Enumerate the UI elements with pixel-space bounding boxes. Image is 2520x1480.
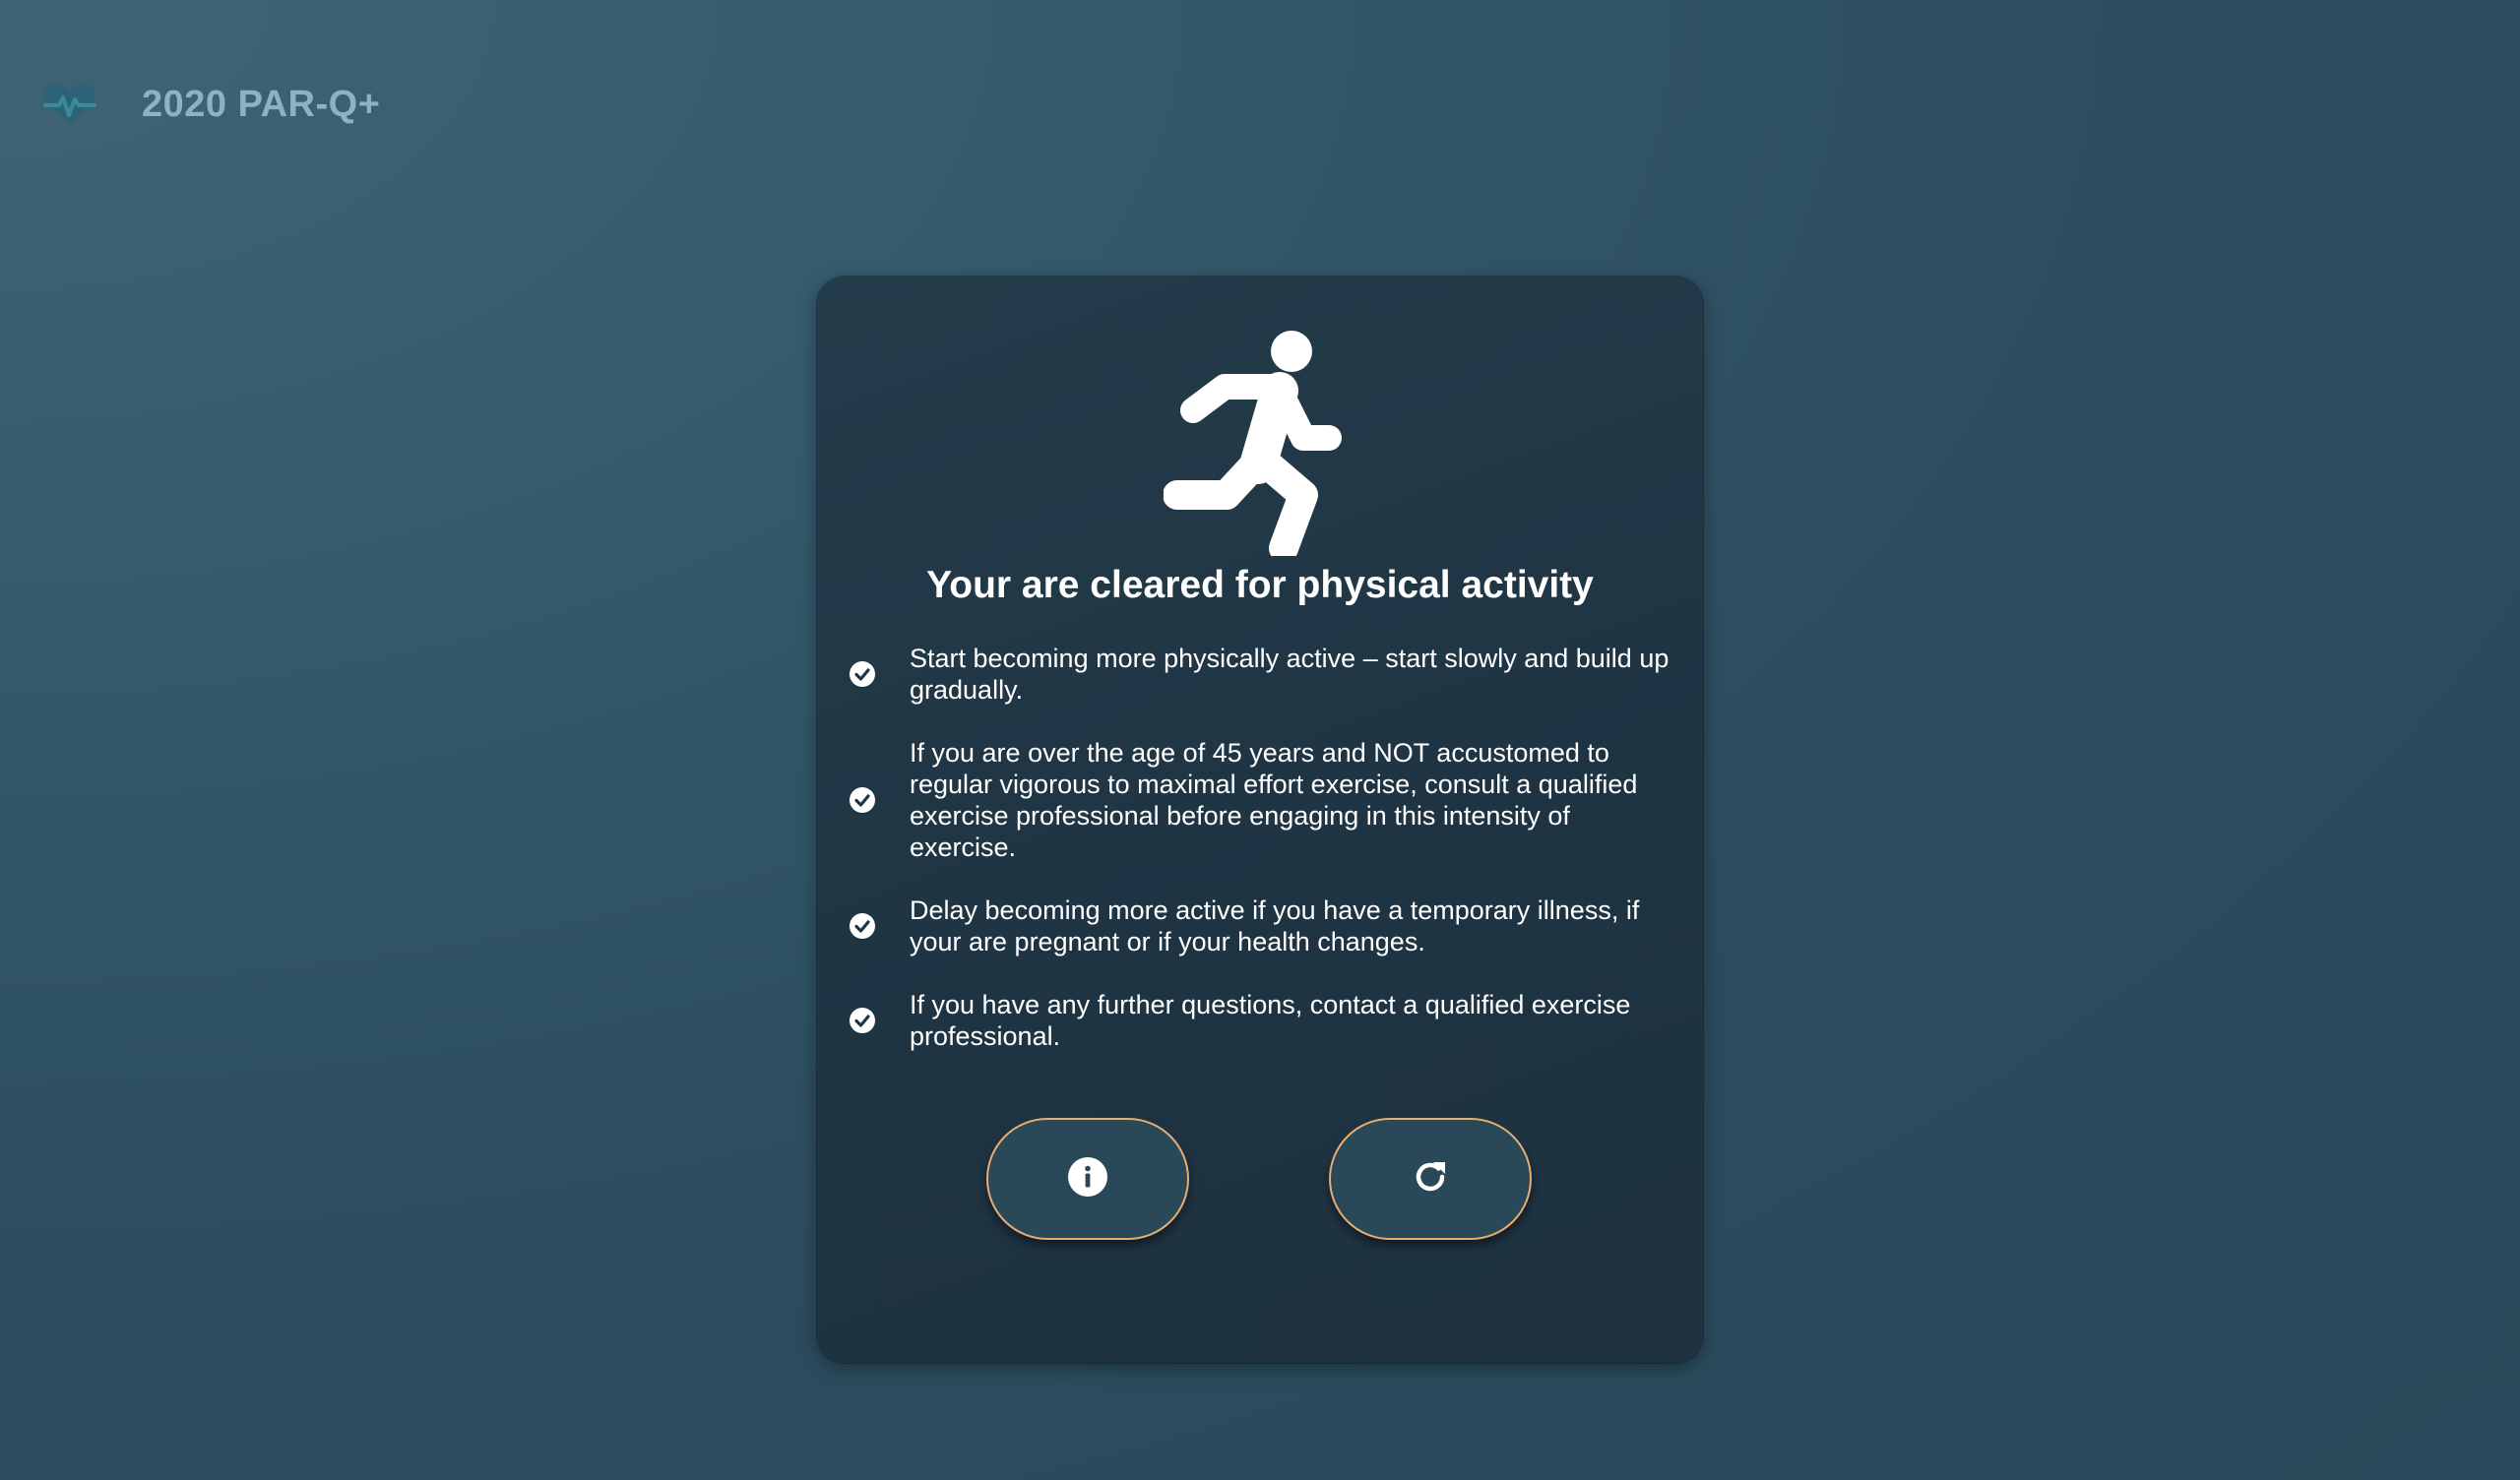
- list-item: Start becoming more physically active – …: [849, 643, 1675, 706]
- app-title: 2020 PAR-Q+: [142, 83, 381, 125]
- list-item-text: If you have any further questions, conta…: [910, 990, 1631, 1051]
- guidance-list: Start becoming more physically active – …: [849, 643, 1675, 1083]
- check-circle-icon: [849, 1007, 876, 1034]
- list-item-text: Start becoming more physically active – …: [910, 644, 1670, 705]
- list-item: If you are over the age of 45 years and …: [849, 737, 1675, 863]
- list-item: If you have any further questions, conta…: [849, 989, 1675, 1052]
- result-title: Your are cleared for physical activity: [926, 564, 1594, 606]
- list-item-text: Delay becoming more active if you have a…: [910, 895, 1640, 956]
- running-person-icon: [1163, 330, 1356, 563]
- check-circle-icon: [849, 912, 876, 940]
- info-icon: [1067, 1156, 1108, 1202]
- heart-pulse-icon: [43, 82, 96, 127]
- info-button[interactable]: [986, 1118, 1189, 1240]
- check-circle-icon: [849, 786, 876, 814]
- app-header: 2020 PAR-Q+: [43, 79, 380, 130]
- list-item: Delay becoming more active if you have a…: [849, 894, 1675, 957]
- restart-button[interactable]: [1329, 1118, 1532, 1240]
- list-item-text: If you are over the age of 45 years and …: [910, 738, 1638, 862]
- result-card: Your are cleared for physical activity S…: [817, 277, 1703, 1363]
- restart-icon: [1410, 1156, 1451, 1202]
- check-circle-icon: [849, 660, 876, 688]
